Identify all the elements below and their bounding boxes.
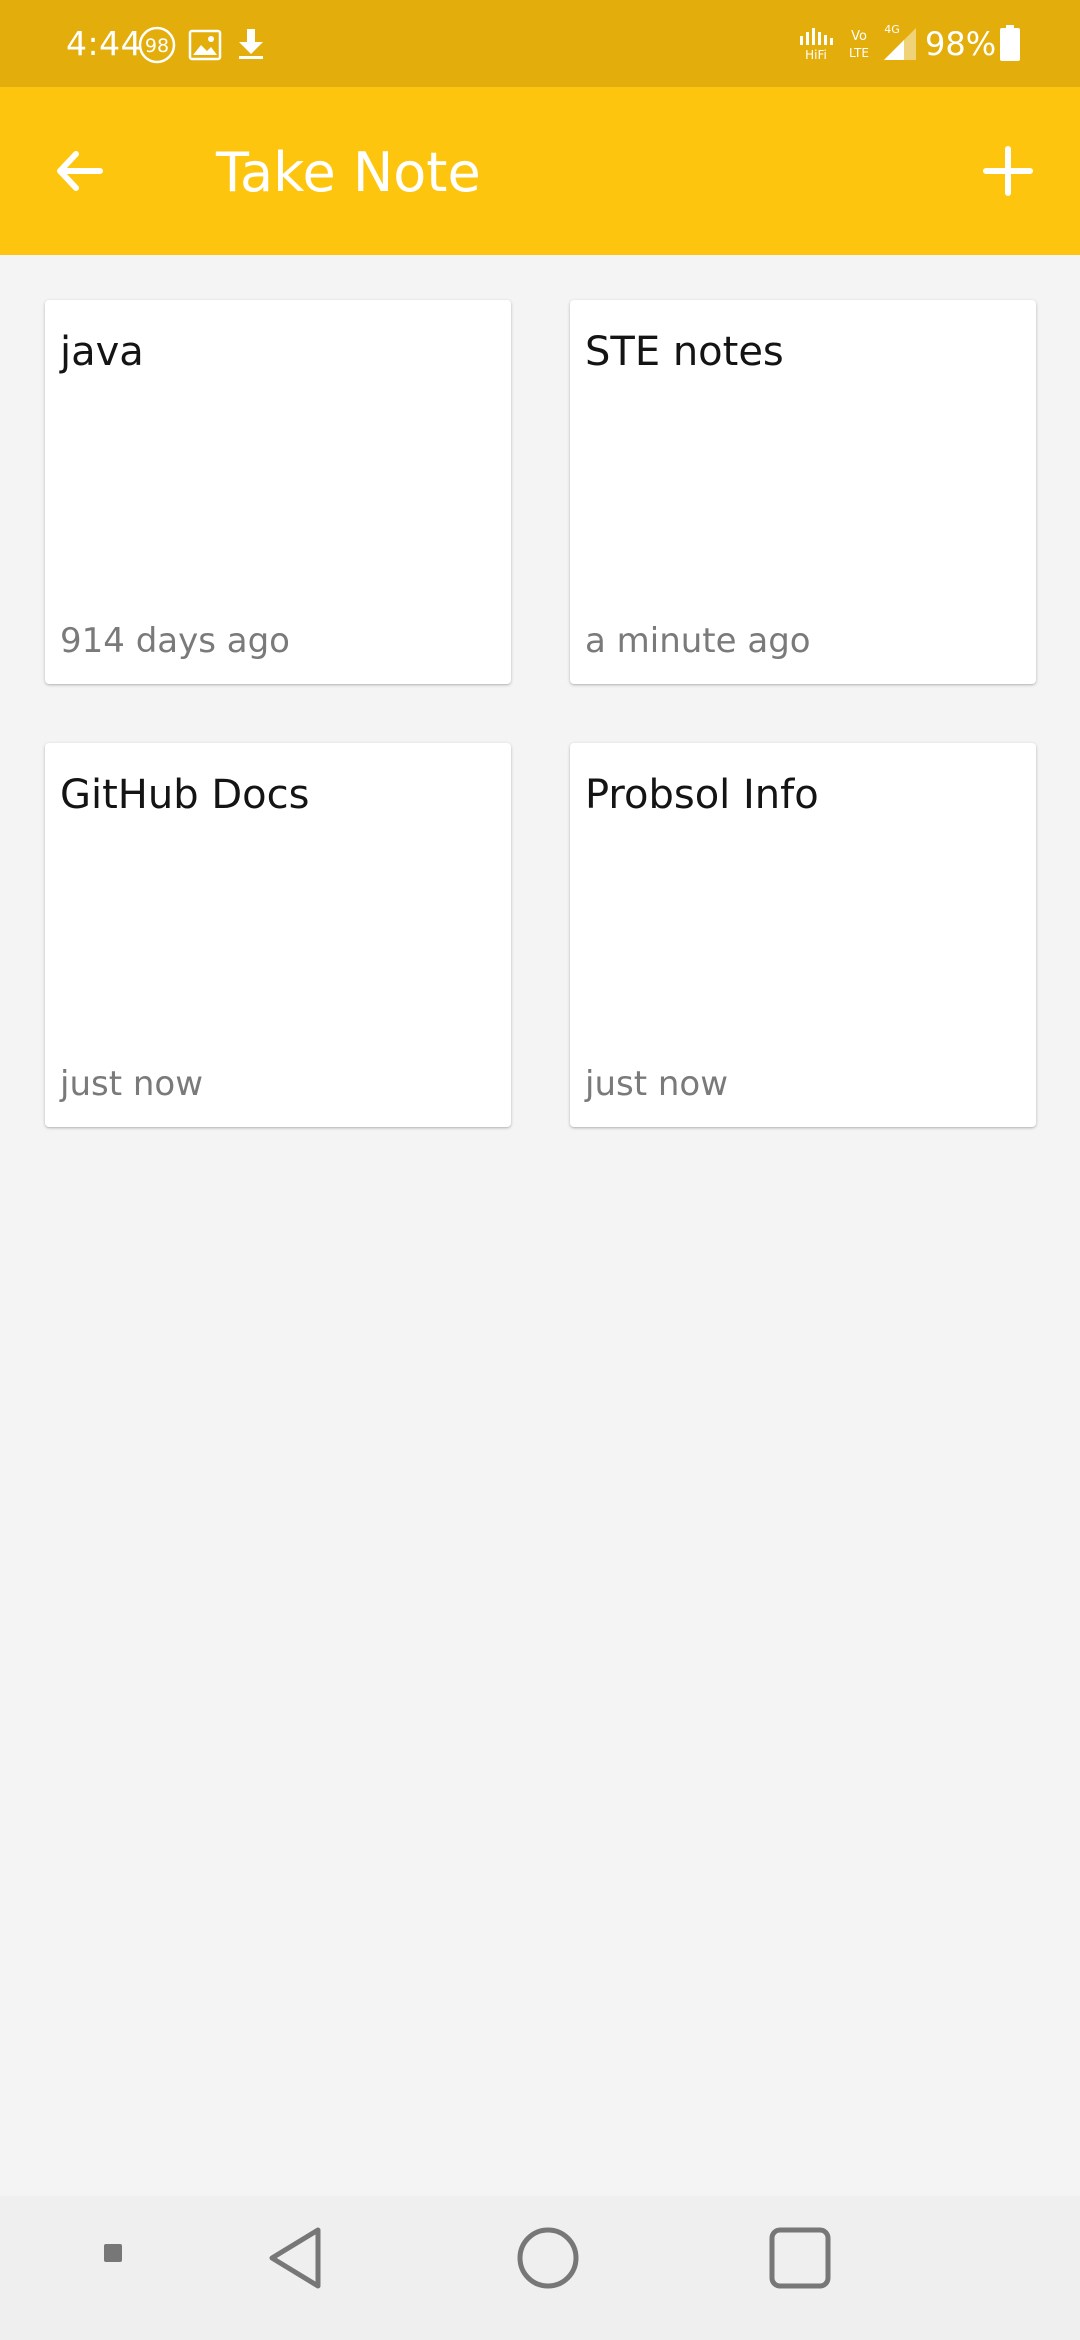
notification-badge-text: 98 [145,35,169,57]
system-nav-bar [0,2196,1080,2340]
battery-icon [1000,25,1020,61]
back-triangle-icon[interactable] [266,2226,326,2290]
volte-label-top: Vo [851,29,867,44]
note-timestamp: 914 days ago [60,621,290,661]
volte-icon: Vo LTE [849,29,869,60]
status-bar: 4:44 98 HiFi Vo LTE 4G 98% [0,0,1080,87]
page-title: Take Note [216,141,481,204]
add-note-button[interactable] [968,131,1048,211]
note-card[interactable]: GitHub Docs just now [45,743,511,1127]
notification-badge-icon: 98 [138,26,176,64]
app-bar: Take Note [0,87,1080,255]
hifi-signal-icon: HiFi [800,28,833,62]
download-icon [239,29,263,59]
note-title: Probsol Info [585,772,819,818]
note-card[interactable]: STE notes a minute ago [570,300,1036,684]
note-title: GitHub Docs [60,772,310,818]
recents-square-icon[interactable] [768,2226,832,2290]
gallery-icon [188,29,222,61]
small-square-icon[interactable] [103,2243,123,2263]
note-timestamp: just now [60,1064,204,1104]
battery-percent: 98% [925,25,997,63]
cellular-4g-icon: 4G [884,23,916,60]
note-title: java [60,329,144,375]
note-card[interactable]: java 914 days ago [45,300,511,684]
network-label: 4G [884,23,900,36]
volte-label-bottom: LTE [849,46,869,60]
note-title: STE notes [585,329,784,375]
notes-grid: java 914 days ago STE notes a minute ago… [45,300,1036,1127]
note-timestamp: just now [585,1064,729,1104]
home-circle-icon[interactable] [516,2226,580,2290]
note-timestamp: a minute ago [585,621,811,661]
note-card[interactable]: Probsol Info just now [570,743,1036,1127]
hifi-label: HiFi [805,48,827,62]
back-arrow-icon[interactable] [44,131,124,211]
status-time: 4:44 [66,24,143,63]
